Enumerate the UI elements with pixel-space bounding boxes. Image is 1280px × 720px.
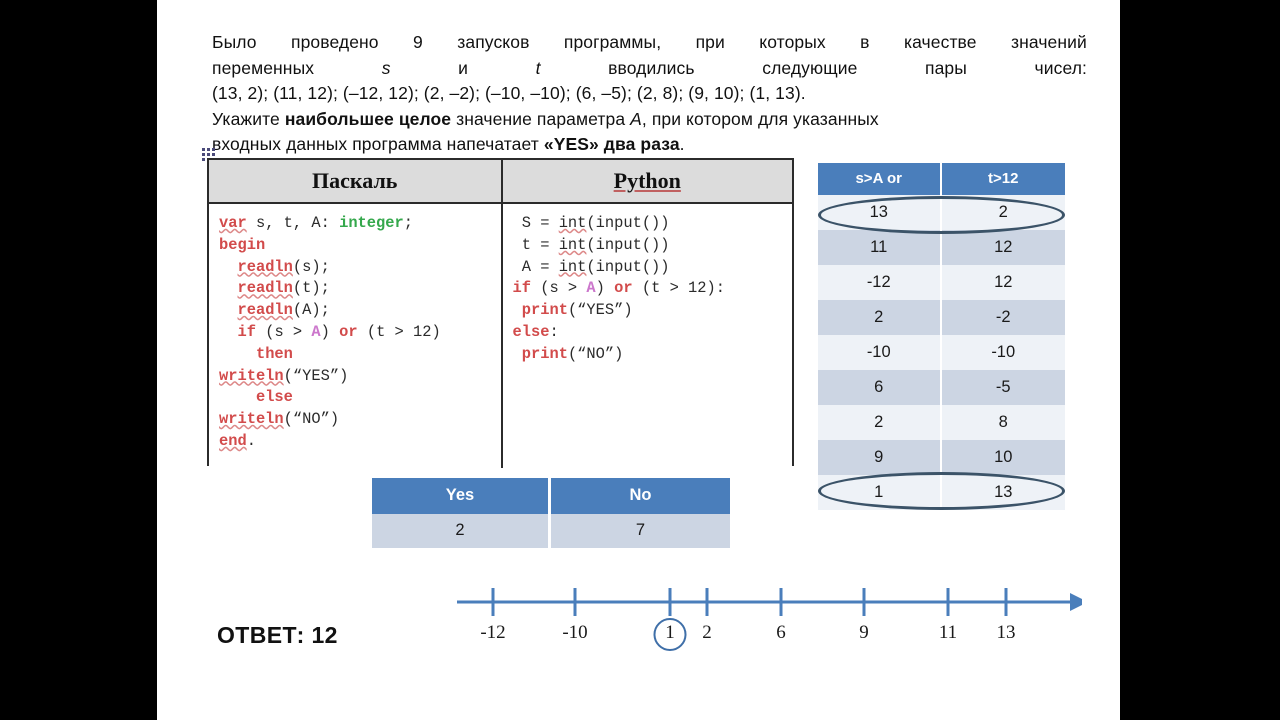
cell-s: 13 bbox=[818, 195, 942, 230]
pascal-code-block: var s, t, A: integer; begin readln(s); r… bbox=[219, 214, 441, 450]
table-row: -10 -10 bbox=[818, 335, 1065, 370]
var-t: t bbox=[535, 57, 541, 78]
word: в bbox=[860, 32, 870, 52]
cell-s: 2 bbox=[818, 300, 942, 335]
cell-s: 11 bbox=[818, 230, 942, 265]
cell-s: 1 bbox=[818, 475, 942, 510]
text: значение параметра bbox=[451, 108, 631, 129]
cell-s: 2 bbox=[818, 405, 942, 440]
number-line-tick-label: -12 bbox=[480, 622, 506, 643]
table-row: 2 -2 bbox=[818, 300, 1065, 335]
word: которых bbox=[759, 32, 826, 52]
table-row: 13 2 bbox=[818, 195, 1065, 230]
cell-t: 12 bbox=[941, 265, 1065, 300]
code-header-python: Python bbox=[500, 160, 793, 202]
word: 9 bbox=[413, 32, 423, 52]
text: , при котором для указанных bbox=[641, 108, 879, 129]
cell-s: -12 bbox=[818, 265, 942, 300]
cell-s: -10 bbox=[818, 335, 942, 370]
word: при bbox=[695, 32, 725, 52]
cell-t: -10 bbox=[941, 335, 1065, 370]
cell-s: 6 bbox=[818, 370, 942, 405]
word: чисел: bbox=[1034, 57, 1087, 78]
emphasis-largest-integer: наибольшее целое bbox=[284, 108, 452, 129]
number-line-tick-label: 1 bbox=[665, 622, 675, 643]
yesno-value-yes: 2 bbox=[372, 514, 551, 548]
cell-s: 9 bbox=[818, 440, 942, 475]
slide-canvas: Было проведено 9 запусков программы, при… bbox=[157, 0, 1120, 720]
number-line-tick-label: 2 bbox=[702, 622, 712, 643]
yesno-header-yes: Yes bbox=[372, 478, 551, 514]
yesno-table: Yes No 2 7 bbox=[372, 478, 730, 548]
cell-t: 8 bbox=[941, 405, 1065, 440]
cell-t: 2 bbox=[941, 195, 1065, 230]
letterbox-left bbox=[0, 0, 157, 720]
table-row: 1 13 bbox=[818, 475, 1065, 510]
slide-stage: Было проведено 9 запусков программы, при… bbox=[0, 0, 1280, 720]
number-line-axis bbox=[457, 588, 1082, 616]
text: входных данных программа напечатает bbox=[212, 134, 544, 154]
var-A: A bbox=[630, 108, 642, 129]
word: программы, bbox=[563, 32, 662, 52]
code-comparison-table: Паскаль Python var s, t, A: integer; beg… bbox=[207, 158, 794, 468]
statement-line-4: Укажите наибольшее целое значение параме… bbox=[212, 107, 1087, 133]
text: Укажите bbox=[212, 108, 285, 129]
code-header-python-label: Python bbox=[613, 168, 681, 193]
yesno-value-row: 2 7 bbox=[372, 514, 730, 548]
cell-t: -5 bbox=[941, 370, 1065, 405]
python-code-block: S = int(input()) t = int(input()) A = in… bbox=[500, 204, 793, 468]
table-row: 9 10 bbox=[818, 440, 1065, 475]
yesno-value-no: 7 bbox=[551, 514, 730, 548]
cell-t: 12 bbox=[941, 230, 1065, 265]
table-row: 11 12 bbox=[818, 230, 1065, 265]
number-line-tick-label: 6 bbox=[776, 622, 786, 643]
statement-line-5: входных данных программа напечатает «YES… bbox=[212, 132, 1087, 158]
word: Было bbox=[212, 32, 257, 52]
word: и bbox=[458, 57, 469, 78]
statement-line-3: (13, 2); (11, 12); (–12, 12); (2, –2); (… bbox=[212, 83, 806, 103]
number-line-tick-label: 9 bbox=[859, 622, 869, 643]
cell-t: 13 bbox=[941, 475, 1065, 510]
code-table-header-row: Паскаль Python bbox=[209, 160, 792, 204]
letterbox-right bbox=[1120, 0, 1280, 720]
statement-line-1: Было проведено 9 запусков программы, при… bbox=[212, 30, 1087, 56]
code-table-body: var s, t, A: integer; begin readln(s); r… bbox=[209, 204, 792, 468]
text: . bbox=[679, 134, 685, 154]
pairs-table-header-row: s>A or t>12 bbox=[818, 163, 1065, 195]
word: пары bbox=[925, 57, 967, 78]
answer-label: ОТВЕТ: 12 bbox=[217, 622, 338, 648]
word: качестве bbox=[903, 32, 977, 52]
var-s: s bbox=[381, 57, 391, 78]
pairs-table: s>A or t>12 13 2 11 12 -12 12 2 -2 -10 -10 6-… bbox=[818, 163, 1065, 510]
problem-statement: Было проведено 9 запусков программы, при… bbox=[212, 30, 1087, 158]
cell-t: -2 bbox=[941, 300, 1065, 335]
table-row: 6 -5 bbox=[818, 370, 1065, 405]
pairs-table-header-t12: t>12 bbox=[941, 163, 1065, 195]
word: запусков bbox=[457, 32, 530, 52]
emphasis-yes-twice: «YES» два раза bbox=[543, 134, 680, 154]
code-header-pascal: Паскаль bbox=[209, 160, 501, 202]
word: значений bbox=[1010, 32, 1087, 52]
statement-line-2: переменных s и t вводились следующие пар… bbox=[212, 56, 1087, 82]
pairs-table-header-sA: s>A or bbox=[818, 163, 942, 195]
number-line: -12 -10 1 2 6 9 11 13 bbox=[457, 580, 1082, 670]
code-header-pascal-label: Паскаль bbox=[312, 168, 398, 193]
word: проведено bbox=[291, 32, 379, 52]
word: вводились bbox=[608, 57, 695, 78]
pairs-table-body: 13 2 11 12 -12 12 2 -2 -10 -10 6 -5 28 9 10 1 13 bbox=[818, 195, 1065, 510]
word: следующие bbox=[762, 57, 858, 78]
table-row: -12 12 bbox=[818, 265, 1065, 300]
cell-t: 10 bbox=[941, 440, 1065, 475]
word: переменных bbox=[212, 57, 315, 78]
yesno-header-no: No bbox=[551, 478, 730, 514]
number-line-tick-label: 13 bbox=[996, 622, 1016, 643]
number-line-tick-label: -10 bbox=[562, 622, 588, 643]
yesno-header-row: Yes No bbox=[372, 478, 730, 514]
table-row: 28 bbox=[818, 405, 1065, 440]
number-line-tick-label: 11 bbox=[938, 622, 958, 643]
